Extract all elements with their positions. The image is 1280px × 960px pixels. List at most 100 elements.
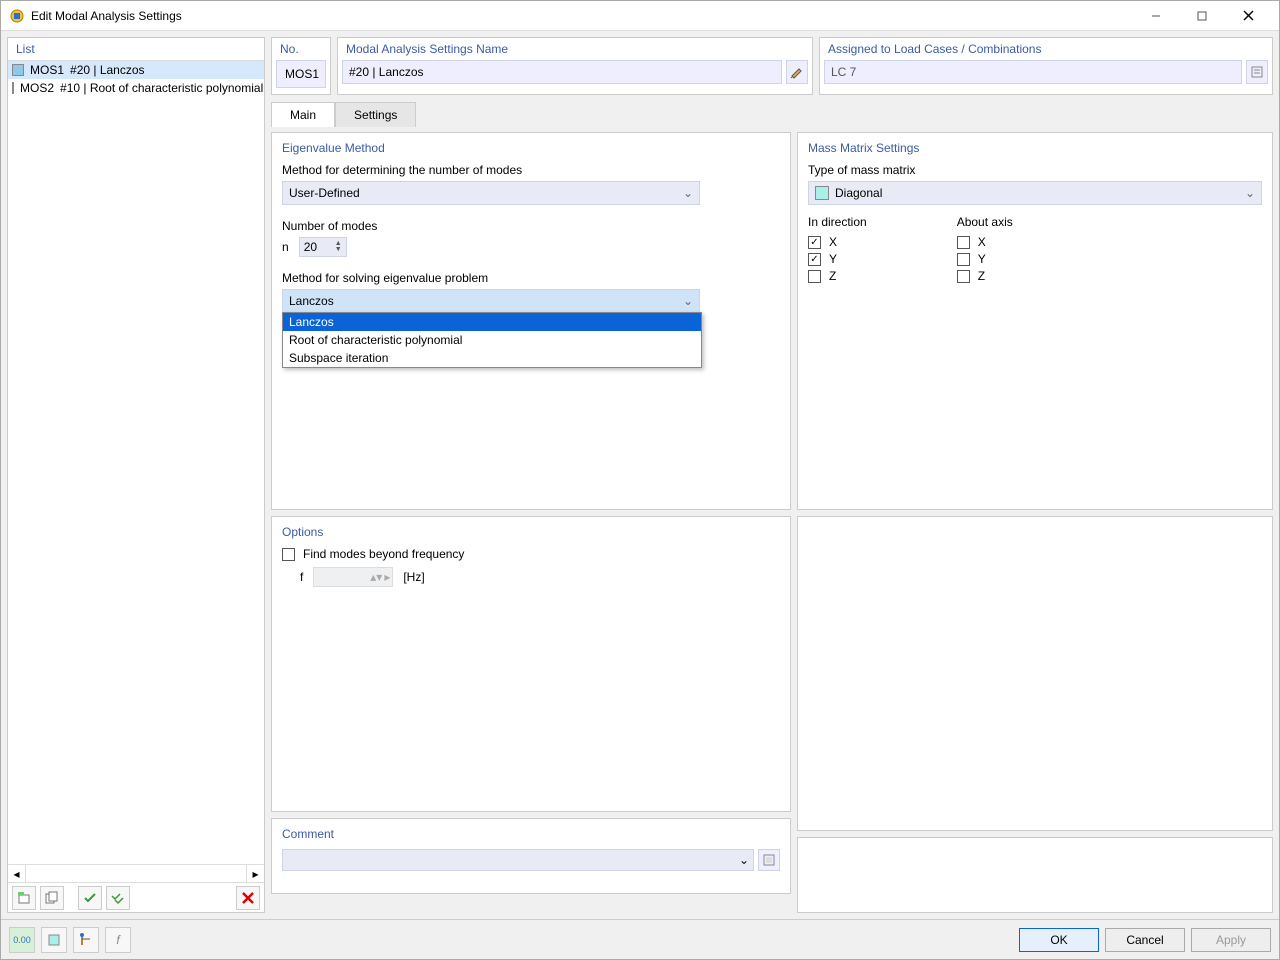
- axis-label: Z: [829, 269, 836, 283]
- solve-select[interactable]: Lanczos ⌄ Lanczos Root of characteristic…: [282, 289, 700, 313]
- scroll-right-button[interactable]: ▸: [246, 865, 264, 882]
- f-symbol: f: [300, 570, 303, 584]
- name-header: Modal Analysis Settings Name: [338, 38, 812, 60]
- num-modes-value: 20: [304, 240, 317, 254]
- function-button[interactable]: f: [105, 927, 131, 953]
- comment-box: Comment ⌄: [271, 818, 791, 894]
- list-item[interactable]: MOS1 #20 | Lanczos: [8, 61, 264, 79]
- direction-label: In direction: [808, 215, 867, 229]
- comment-input[interactable]: ⌄: [282, 849, 754, 871]
- content-area: No. MOS1 Modal Analysis Settings Name #2…: [271, 37, 1273, 913]
- list-item[interactable]: MOS2 #10 | Root of characteristic polyno…: [8, 79, 264, 97]
- comment-library-button[interactable]: [758, 849, 780, 871]
- list-panel: List MOS1 #20 | Lanczos MOS2 #10 | Root …: [7, 37, 265, 913]
- cancel-button[interactable]: Cancel: [1105, 928, 1185, 952]
- scroll-track[interactable]: [26, 865, 246, 882]
- solve-option[interactable]: Subspace iteration: [283, 349, 701, 367]
- num-modes-label: Number of modes: [282, 219, 780, 233]
- tabs: Main Settings: [271, 101, 1273, 126]
- rename-button[interactable]: [786, 60, 808, 84]
- step-icon: ▸: [384, 570, 390, 584]
- spinner-icon: ▴▾: [370, 570, 382, 584]
- chevron-down-icon: ⌄: [1245, 186, 1255, 200]
- name-input[interactable]: #20 | Lanczos: [342, 60, 782, 84]
- tab-main[interactable]: Main: [271, 102, 335, 127]
- header-row: No. MOS1 Modal Analysis Settings Name #2…: [271, 37, 1273, 95]
- list-header: List: [8, 38, 264, 61]
- color-swatch: [815, 186, 829, 200]
- chevron-down-icon: ⌄: [683, 294, 693, 308]
- app-icon: [9, 8, 25, 24]
- check-button[interactable]: [78, 886, 102, 910]
- model-button[interactable]: [73, 927, 99, 953]
- list-item-label: #10 | Root of characteristic polynomial: [60, 81, 263, 95]
- assigned-input[interactable]: LC 7: [824, 60, 1242, 84]
- axis-y-checkbox[interactable]: [957, 253, 970, 266]
- right-column: Mass Matrix Settings Type of mass matrix…: [797, 132, 1273, 913]
- mass-header: Mass Matrix Settings: [808, 141, 1262, 155]
- chevron-down-icon: ⌄: [739, 853, 749, 867]
- list-item-id: MOS2: [20, 81, 54, 95]
- close-button[interactable]: [1225, 1, 1271, 31]
- delete-button[interactable]: [236, 886, 260, 910]
- spinner-icon[interactable]: ▲▼: [335, 241, 342, 253]
- titlebar: Edit Modal Analysis Settings: [1, 1, 1279, 31]
- horizontal-scrollbar[interactable]: ◂ ▸: [8, 864, 264, 882]
- new-button[interactable]: [12, 886, 36, 910]
- ok-button[interactable]: OK: [1019, 928, 1099, 952]
- mass-type-select[interactable]: Diagonal ⌄: [808, 181, 1262, 205]
- method-modes-select[interactable]: User-Defined ⌄: [282, 181, 700, 205]
- num-modes-input[interactable]: 20 ▲▼: [299, 237, 347, 257]
- find-modes-checkbox[interactable]: [282, 548, 295, 561]
- copy-button[interactable]: [40, 886, 64, 910]
- list-toolbar: [8, 882, 264, 912]
- num-modes-symbol: n: [282, 240, 289, 254]
- find-modes-label: Find modes beyond frequency: [303, 547, 464, 561]
- list-body: MOS1 #20 | Lanczos MOS2 #10 | Root of ch…: [8, 61, 264, 864]
- method-modes-label: Method for determining the number of mod…: [282, 163, 780, 177]
- direction-group: In direction ✓ X ✓ Y Z: [808, 215, 867, 286]
- axis-x-checkbox[interactable]: [957, 236, 970, 249]
- method-modes-value: User-Defined: [289, 186, 360, 200]
- solve-label: Method for solving eigenvalue problem: [282, 271, 780, 285]
- dialog-window: Edit Modal Analysis Settings List MOS1 #…: [0, 0, 1280, 960]
- check-all-button[interactable]: [106, 886, 130, 910]
- eigen-header: Eigenvalue Method: [282, 141, 780, 155]
- mass-type-value: Diagonal: [835, 186, 882, 200]
- empty-comment-box: [797, 837, 1273, 913]
- color-button[interactable]: [41, 927, 67, 953]
- list-item-id: MOS1: [30, 63, 64, 77]
- dir-y-checkbox[interactable]: ✓: [808, 253, 821, 266]
- tab-settings[interactable]: Settings: [335, 102, 416, 127]
- solve-option[interactable]: Lanczos: [283, 313, 701, 331]
- axis-label: Y: [829, 252, 837, 266]
- dir-z-checkbox[interactable]: [808, 270, 821, 283]
- mass-type-label: Type of mass matrix: [808, 163, 1262, 177]
- axis-label: X: [829, 235, 837, 249]
- color-swatch: [12, 64, 24, 76]
- tab-content: Eigenvalue Method Method for determining…: [271, 132, 1273, 913]
- dir-x-checkbox[interactable]: ✓: [808, 236, 821, 249]
- axis-group: About axis X Y Z: [957, 215, 1013, 286]
- maximize-button[interactable]: [1179, 1, 1225, 31]
- left-column: Eigenvalue Method Method for determining…: [271, 132, 791, 913]
- assigned-panel: Assigned to Load Cases / Combinations LC…: [819, 37, 1273, 95]
- frequency-input: ▴▾ ▸: [313, 567, 393, 587]
- chevron-down-icon: ⌄: [683, 186, 693, 200]
- axis-label: Z: [978, 269, 985, 283]
- axis-label-header: About axis: [957, 215, 1013, 229]
- window-title: Edit Modal Analysis Settings: [31, 9, 1133, 23]
- apply-button[interactable]: Apply: [1191, 928, 1271, 952]
- color-swatch: [12, 82, 14, 94]
- minimize-button[interactable]: [1133, 1, 1179, 31]
- mass-box: Mass Matrix Settings Type of mass matrix…: [797, 132, 1273, 510]
- assigned-list-button[interactable]: [1246, 60, 1268, 84]
- no-header: No.: [272, 38, 330, 60]
- list-item-label: #20 | Lanczos: [70, 63, 145, 77]
- units-button[interactable]: 0.00: [9, 927, 35, 953]
- solve-option[interactable]: Root of characteristic polynomial: [283, 331, 701, 349]
- scroll-left-button[interactable]: ◂: [8, 865, 26, 882]
- axis-z-checkbox[interactable]: [957, 270, 970, 283]
- axis-label: X: [978, 235, 986, 249]
- no-panel: No. MOS1: [271, 37, 331, 95]
